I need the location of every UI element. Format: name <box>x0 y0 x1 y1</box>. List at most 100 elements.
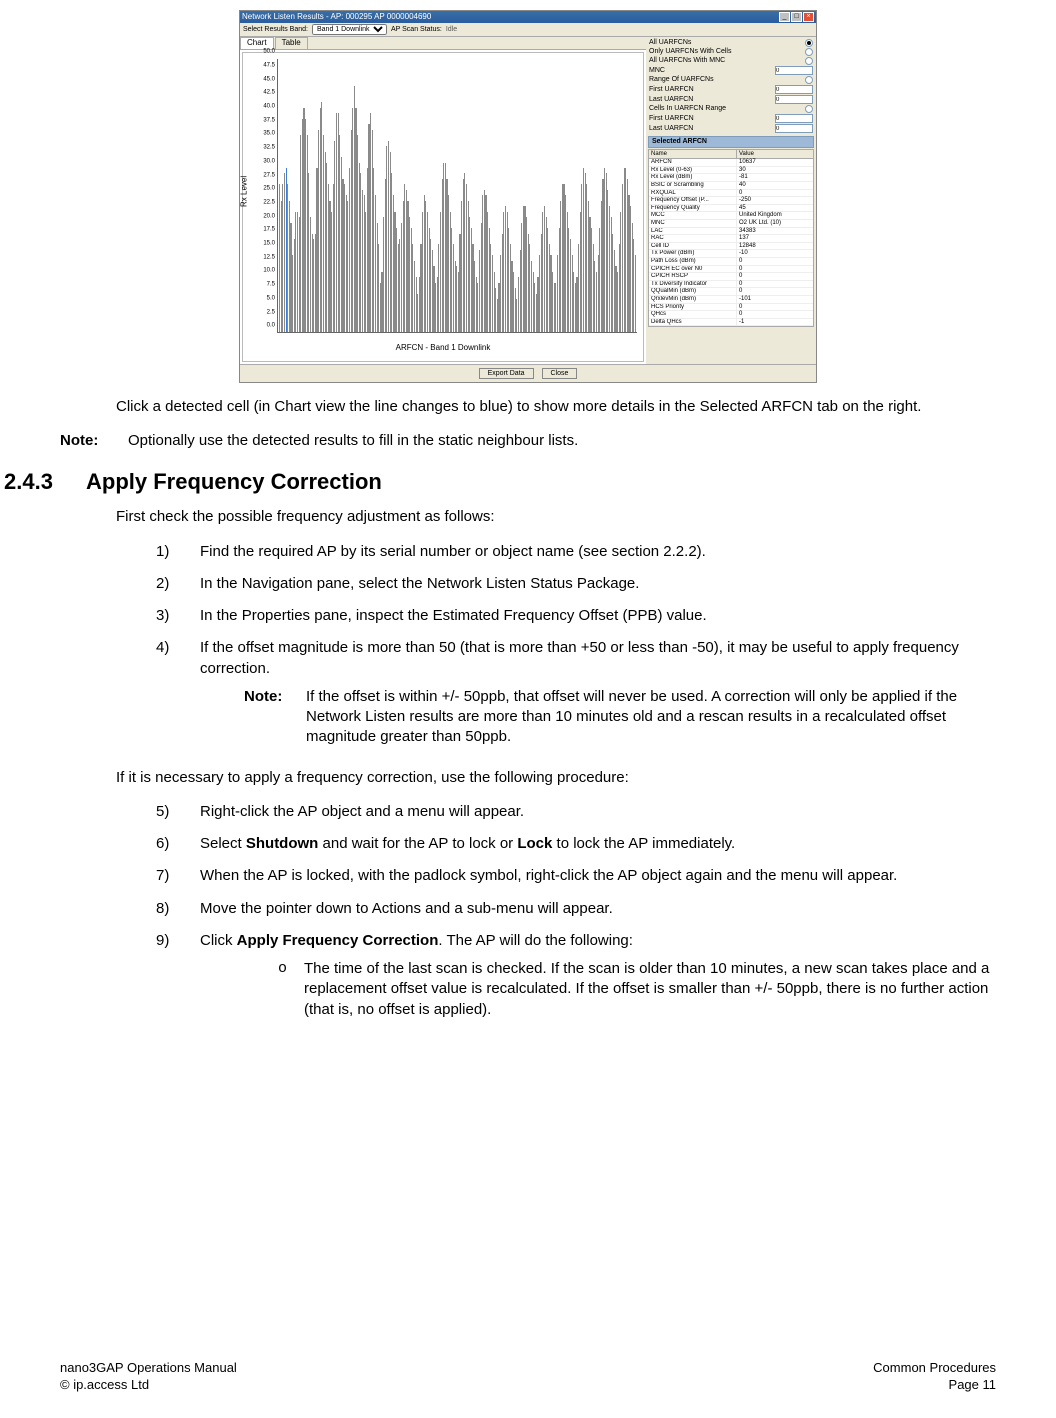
table-row: LAC34383 <box>649 228 813 236</box>
table-row: CPICH RSCP0 <box>649 273 813 281</box>
note-block: Note: Optionally use the detected result… <box>60 431 996 451</box>
selected-arfcn-header: Selected ARFCN <box>648 136 814 148</box>
tab-table[interactable]: Table <box>275 37 308 49</box>
button-row: Export Data Close <box>240 364 816 382</box>
ytick-label: 10.0 <box>257 268 275 275</box>
section-title: Apply Frequency Correction <box>86 469 382 495</box>
table-row: Tx Power (dBm)-10 <box>649 250 813 258</box>
sub-bullets: oThe time of the last scan is checked. I… <box>278 959 996 1020</box>
property-table: NameValue ARFCN10637Rx Level (0-63)30Rx … <box>648 149 814 328</box>
ytick-label: 37.5 <box>257 117 275 124</box>
ytick-label: 47.5 <box>257 63 275 70</box>
filter-cellsrange-label: Cells In UARFCN Range <box>649 105 726 113</box>
maximize-icon[interactable]: □ <box>791 12 802 22</box>
table-row: MNCO2 UK Ltd. (10) <box>649 220 813 228</box>
chart-bar[interactable] <box>635 255 636 331</box>
ytick-label: 42.5 <box>257 90 275 97</box>
table-row: CPICH EC over N00 <box>649 266 813 274</box>
window-titlebar: Network Listen Results - AP: 000295 AP 0… <box>240 11 816 23</box>
close-icon[interactable]: × <box>803 12 814 22</box>
filter-last-label: Last UARFCN <box>649 96 693 104</box>
paragraph: If it is necessary to apply a frequency … <box>116 768 996 788</box>
ytick-label: 40.0 <box>257 104 275 111</box>
filter-range-label: Range Of UARFCNs <box>649 76 714 84</box>
tabs: Chart Table <box>240 37 646 50</box>
ytick-label: 50.0 <box>257 49 275 56</box>
ytick-label: 5.0 <box>257 296 275 303</box>
tab-chart[interactable]: Chart <box>240 37 274 49</box>
section-number: 2.4.3 <box>4 469 60 495</box>
export-button[interactable]: Export Data <box>479 368 534 379</box>
table-row: QQualMin (dBm)0 <box>649 288 813 296</box>
table-row: Rx Level (dBm)-81 <box>649 174 813 182</box>
note-label: Note: <box>244 687 294 748</box>
table-row: MCCUnited Kingdom <box>649 212 813 220</box>
chart-area[interactable]: Rx Level 0.02.55.07.510.012.515.017.520.… <box>242 52 644 362</box>
table-row: RAC137 <box>649 235 813 243</box>
filter-first2-input[interactable] <box>775 114 813 123</box>
toolbar: Select Results Band: Band 1 Downlink AP … <box>240 23 816 37</box>
chart-plot[interactable] <box>277 59 637 333</box>
footer-section: Common Procedures <box>873 1360 996 1375</box>
scan-status-label: AP Scan Status: <box>391 26 442 34</box>
footer-copyright: © ip.access Ltd <box>60 1377 149 1392</box>
list-item: 8)Move the pointer down to Actions and a… <box>156 899 996 919</box>
filter-withcells-radio[interactable] <box>805 48 813 56</box>
list-item: 3)In the Properties pane, inspect the Es… <box>156 606 996 626</box>
filter-range-radio[interactable] <box>805 76 813 84</box>
close-button[interactable]: Close <box>542 368 578 379</box>
ytick-label: 0.0 <box>257 323 275 330</box>
table-row: Path Loss (dBm)0 <box>649 258 813 266</box>
table-row: QrxlevMin (dBm)-101 <box>649 296 813 304</box>
steps-list: 1)Find the required AP by its serial num… <box>156 542 996 756</box>
sub-note: Note: If the offset is within +/- 50ppb,… <box>244 687 996 748</box>
window-title: Network Listen Results - AP: 000295 AP 0… <box>242 13 431 22</box>
paragraph: First check the possible frequency adjus… <box>116 507 996 527</box>
section-heading: 2.4.3 Apply Frequency Correction <box>60 469 996 495</box>
filter-last2-input[interactable] <box>775 124 813 133</box>
ytick-label: 35.0 <box>257 131 275 138</box>
list-item: 1)Find the required AP by its serial num… <box>156 542 996 562</box>
table-row: Cell ID12848 <box>649 243 813 251</box>
table-row: BSIC or Scrambling40 <box>649 182 813 190</box>
table-row: Frequency Quality45 <box>649 205 813 213</box>
list-item: 5)Right-click the AP object and a menu w… <box>156 802 996 822</box>
band-select-label: Select Results Band: <box>243 26 308 34</box>
ytick-label: 20.0 <box>257 213 275 220</box>
filter-withmnc-radio[interactable] <box>805 57 813 65</box>
filter-all-radio[interactable] <box>805 39 813 47</box>
table-row: Rx Level (0-63)30 <box>649 167 813 175</box>
table-row: QHcs0 <box>649 311 813 319</box>
ytick-label: 2.5 <box>257 309 275 316</box>
window-buttons: _ □ × <box>779 12 814 22</box>
ytick-label: 27.5 <box>257 172 275 179</box>
band-select[interactable]: Band 1 Downlink <box>312 24 387 35</box>
chart-ylabel: Rx Level <box>241 176 250 207</box>
ytick-label: 25.0 <box>257 186 275 193</box>
filter-mnc-input[interactable] <box>775 66 813 75</box>
filter-last-input[interactable] <box>775 95 813 104</box>
filter-first2-label: First UARFCN <box>649 115 694 123</box>
list-item: 7)When the AP is locked, with the padloc… <box>156 866 996 886</box>
note-label: Note: <box>60 431 116 451</box>
ytick-label: 30.0 <box>257 159 275 166</box>
filter-panel: All UARFCNs Only UARFCNs With Cells All … <box>646 37 816 364</box>
filter-withmnc-label: All UARFCNs With MNC <box>649 57 725 65</box>
footer-doc-title: nano3GAP Operations Manual <box>60 1360 237 1375</box>
filter-cellsrange-radio[interactable] <box>805 105 813 113</box>
table-row: RXQUAL0 <box>649 190 813 198</box>
filter-first-label: First UARFCN <box>649 86 694 94</box>
steps-list: 5)Right-click the AP object and a menu w… <box>156 802 996 1028</box>
table-row: HCS Priority0 <box>649 304 813 312</box>
filter-mnc-label: MNC <box>649 67 665 75</box>
note-text: Optionally use the detected results to f… <box>128 431 578 451</box>
filter-first-input[interactable] <box>775 85 813 94</box>
filter-all-label: All UARFCNs <box>649 39 691 47</box>
scan-status-value: Idle <box>446 26 457 34</box>
document-body: Click a detected cell (in Chart view the… <box>116 397 996 417</box>
paragraph: Click a detected cell (in Chart view the… <box>116 397 996 417</box>
filter-withcells-label: Only UARFCNs With Cells <box>649 48 731 56</box>
minimize-icon[interactable]: _ <box>779 12 790 22</box>
ytick-label: 32.5 <box>257 145 275 152</box>
filter-last2-label: Last UARFCN <box>649 125 693 133</box>
